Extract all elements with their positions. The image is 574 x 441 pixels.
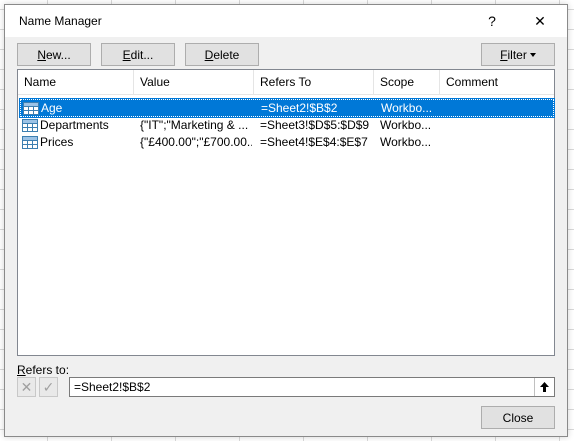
column-header-comment[interactable]: Comment [440, 70, 554, 95]
filter-button-mnemonic: F [500, 47, 508, 62]
title-bar: Name Manager ? ✕ [5, 5, 567, 37]
row-value [141, 100, 253, 117]
confirm-edit-button[interactable]: ✓ [39, 377, 58, 397]
row-refers-to: =Sheet4!$E$4:$E$7 [260, 135, 368, 149]
list-row-departments[interactable]: Departments {"IT";"Marketing & ... =Shee… [20, 117, 554, 135]
new-button[interactable]: New... [17, 43, 91, 66]
column-header-name[interactable]: Name [18, 70, 134, 95]
close-icon: ✕ [534, 12, 546, 29]
name-manager-dialog: Name Manager ? ✕ New... Edit... Delete F… [4, 4, 568, 437]
named-range-icon [23, 102, 39, 115]
delete-button[interactable]: Delete [185, 43, 259, 66]
row-name: Age [41, 101, 63, 115]
row-scope: Workbo... [380, 118, 432, 132]
row-scope: Workbo... [380, 135, 432, 149]
column-header-refers-to[interactable]: Refers To [254, 70, 374, 95]
edit-button-mnemonic: E [122, 47, 131, 62]
named-range-icon [22, 136, 38, 149]
names-list[interactable]: Name Value Refers To Scope Comment Age =… [17, 69, 555, 356]
filter-button[interactable]: Filter [481, 43, 555, 66]
column-header-value[interactable]: Value [134, 70, 254, 95]
cancel-x-icon: ✕ [20, 378, 33, 395]
close-window-button[interactable]: ✕ [517, 5, 563, 37]
row-value: {"IT";"Marketing & ... [140, 118, 249, 132]
collapse-arrow-icon [540, 382, 549, 392]
row-comment [446, 134, 546, 151]
new-button-mnemonic: N [37, 47, 46, 62]
refers-to-label: Refers to: [17, 363, 69, 377]
new-button-suffix: ew... [45, 47, 71, 62]
refers-to-mnemonic: R [17, 363, 26, 377]
row-name: Departments [40, 118, 109, 132]
edit-button-suffix: dit... [130, 47, 154, 62]
list-row-age[interactable]: Age =Sheet2!$B$2 Workbo... [19, 98, 555, 118]
edit-button[interactable]: Edit... [101, 43, 175, 66]
row-comment [447, 100, 547, 117]
help-button[interactable]: ? [469, 5, 515, 37]
delete-button-suffix: elete [213, 47, 240, 62]
refers-to-label-text: efers to: [25, 363, 70, 377]
cancel-edit-button[interactable]: ✕ [17, 377, 36, 397]
named-range-icon [22, 119, 38, 132]
close-button[interactable]: Close [481, 406, 555, 429]
help-icon: ? [488, 13, 496, 29]
delete-button-mnemonic: D [204, 47, 214, 62]
list-row-prices[interactable]: Prices {"£400.00";"£700.00... =Sheet4!$E… [20, 134, 554, 152]
collapse-dialog-button[interactable] [534, 378, 554, 396]
row-name: Prices [40, 135, 74, 149]
list-header: Name Value Refers To Scope Comment [18, 70, 554, 95]
refers-to-value: =Sheet2!$B$2 [74, 380, 151, 394]
row-refers-to: =Sheet2!$B$2 [261, 101, 338, 115]
row-comment [446, 117, 546, 134]
refers-to-input[interactable]: =Sheet2!$B$2 [69, 377, 555, 397]
filter-button-suffix: ilter [507, 47, 527, 62]
dialog-title: Name Manager [19, 14, 102, 28]
row-value: {"£400.00";"£700.00... [140, 135, 252, 149]
row-scope: Workbo... [381, 101, 433, 115]
column-header-scope[interactable]: Scope [374, 70, 440, 95]
row-refers-to: =Sheet3!$D$5:$D$9 [260, 118, 370, 132]
dropdown-arrow-icon [529, 52, 536, 57]
checkmark-icon: ✓ [42, 378, 55, 395]
